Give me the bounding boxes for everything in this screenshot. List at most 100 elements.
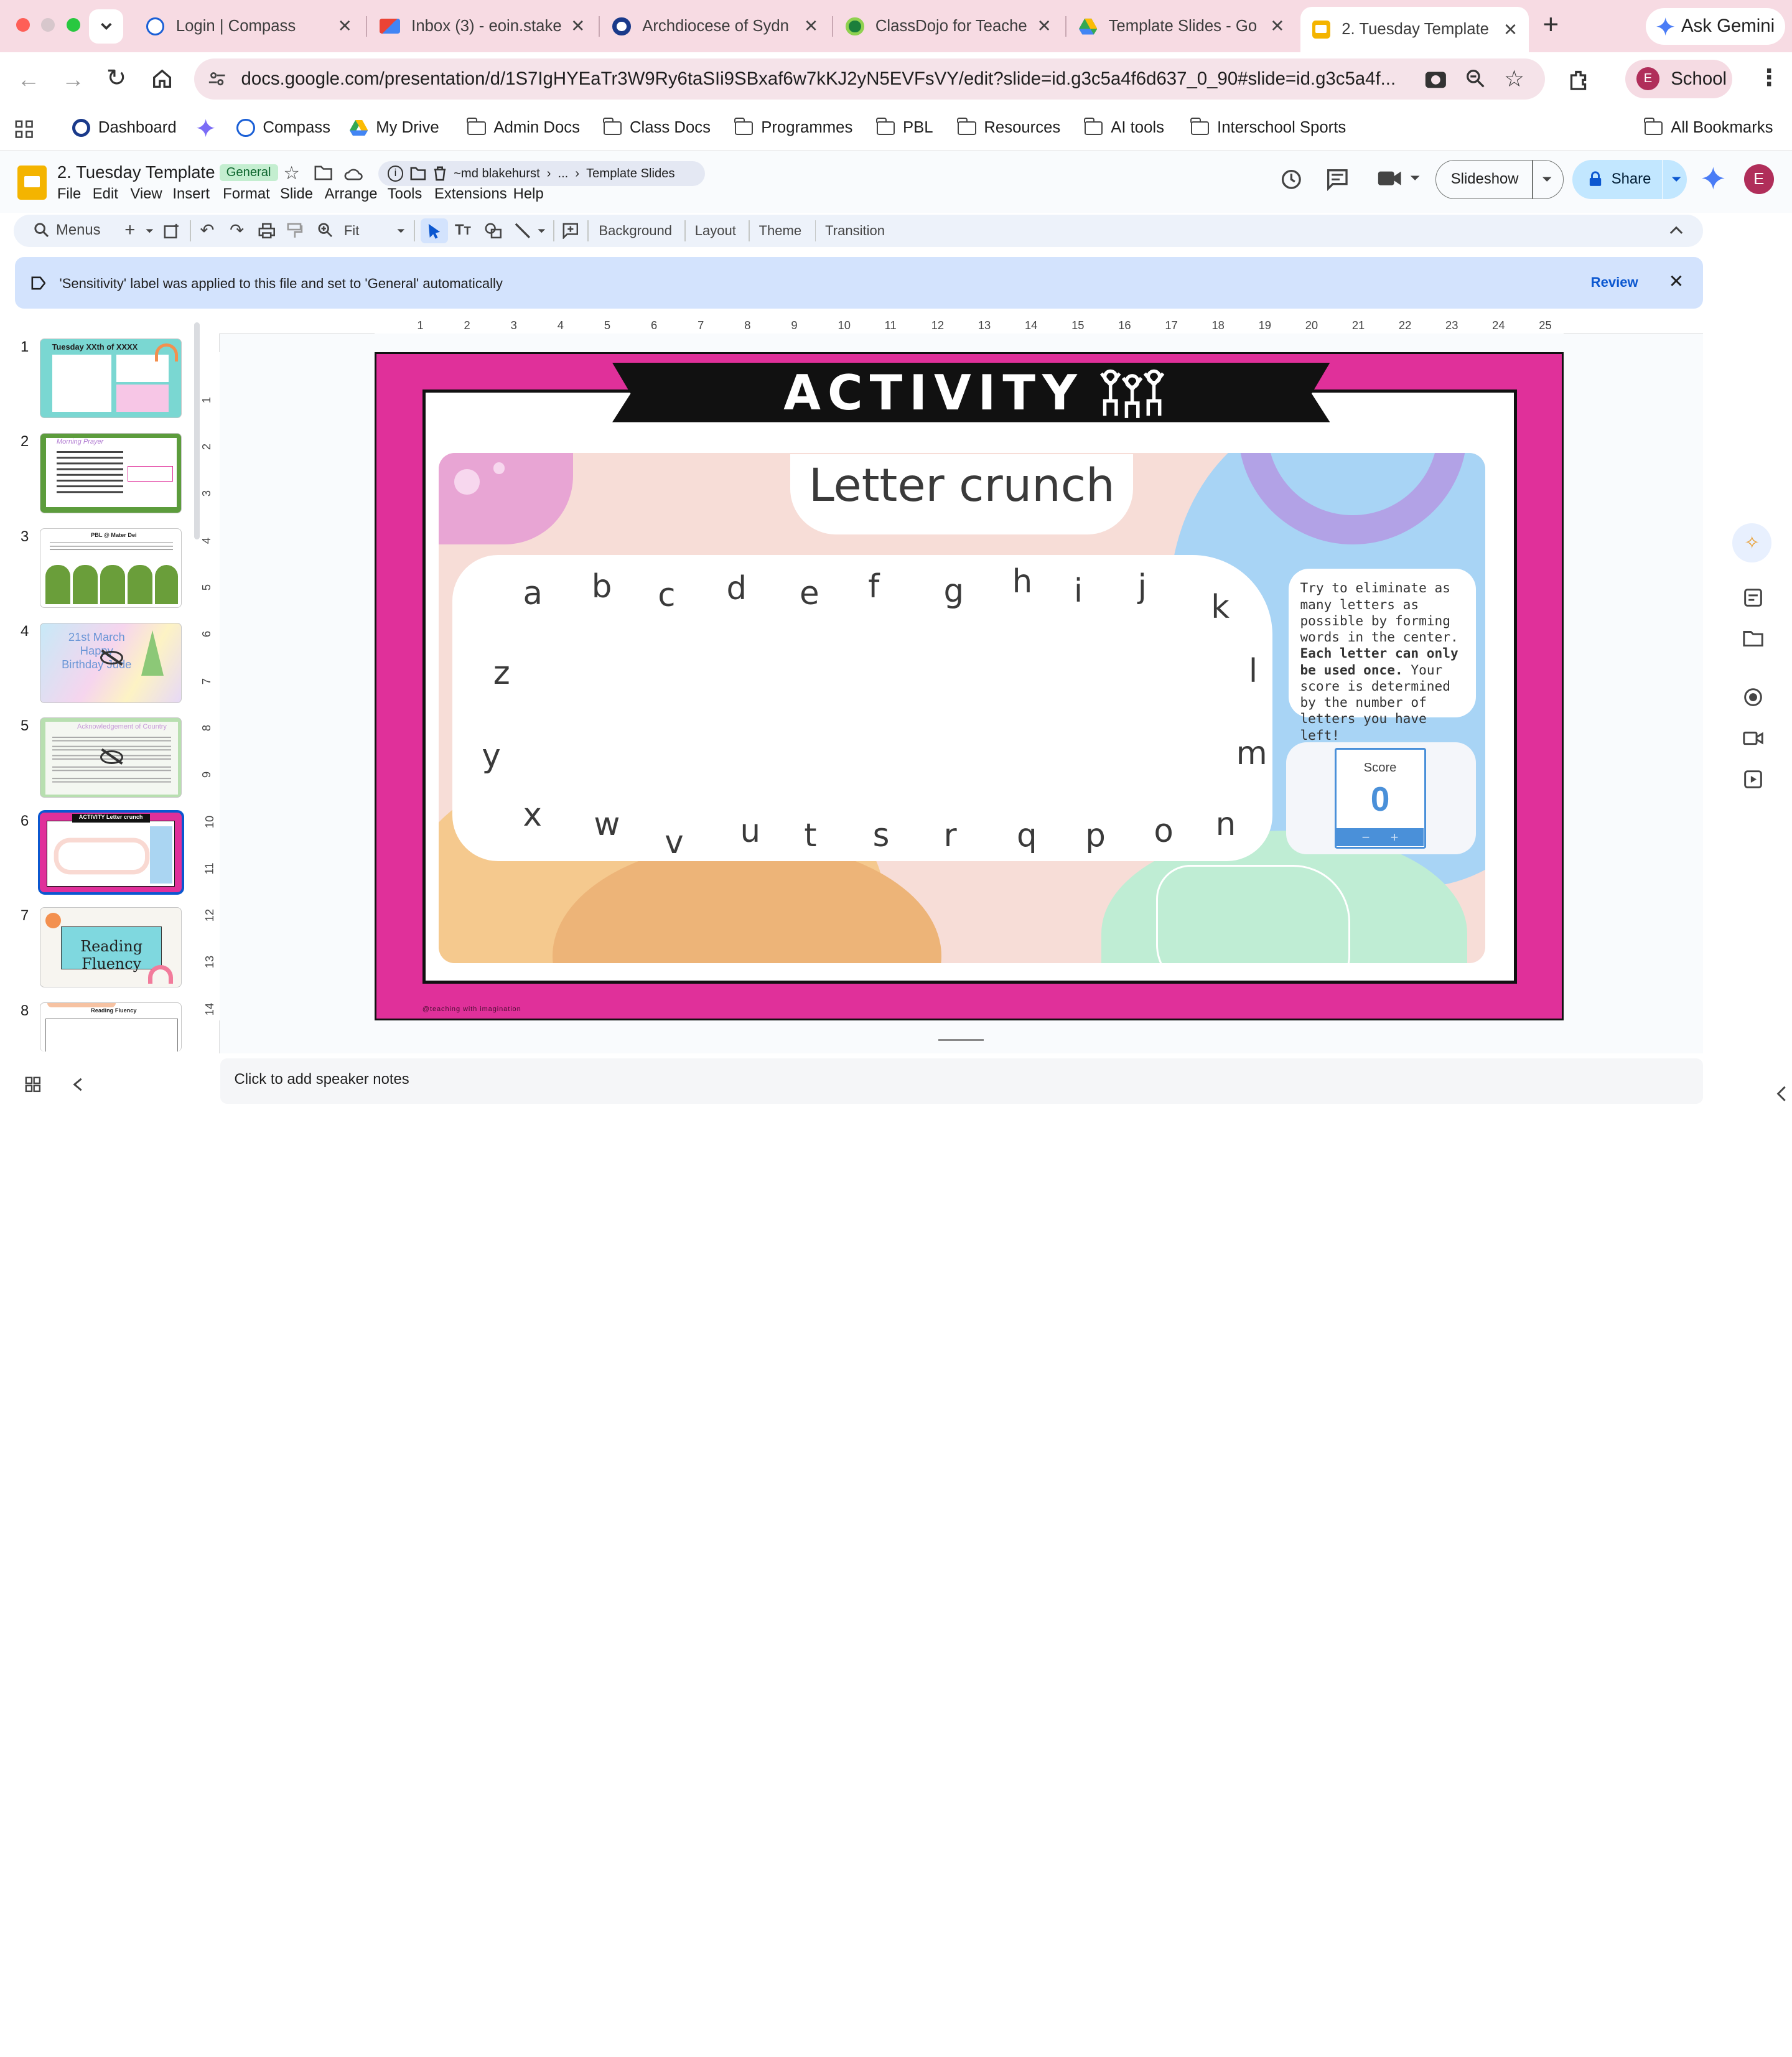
- bookmark-dashboard[interactable]: Dashboard: [72, 119, 177, 138]
- window-close-button[interactable]: [16, 18, 30, 32]
- menu-view[interactable]: View: [130, 185, 162, 203]
- forward-button[interactable]: →: [62, 67, 85, 93]
- new-slide-icon[interactable]: [164, 223, 181, 239]
- redo-icon[interactable]: ↷: [230, 220, 244, 240]
- browser-menu-icon[interactable]: ⋮: [1758, 64, 1781, 91]
- breadcrumb-item[interactable]: ~md blakehurst: [454, 167, 540, 181]
- menu-help[interactable]: Help: [513, 185, 544, 203]
- gemini-panel-button[interactable]: ✧: [1732, 523, 1771, 562]
- current-slide[interactable]: ACTIVITY Letter crunch Try to eliminate …: [375, 352, 1564, 1021]
- profile-chip[interactable]: E School: [1625, 59, 1733, 98]
- notes-resize-handle[interactable]: [938, 1038, 984, 1042]
- print-icon[interactable]: [258, 223, 276, 239]
- tab-search-button[interactable]: [89, 9, 124, 44]
- menu-format[interactable]: Format: [223, 185, 270, 203]
- menu-file[interactable]: File: [57, 185, 81, 203]
- bookmark-star-icon[interactable]: ☆: [1504, 65, 1524, 92]
- share-button[interactable]: Share: [1572, 160, 1687, 199]
- zoom-icon[interactable]: [318, 223, 333, 238]
- browser-tab-active[interactable]: 2. Tuesday Template ✕: [1300, 7, 1529, 53]
- record-icon[interactable]: [1743, 687, 1763, 707]
- slides-logo-icon[interactable]: [17, 166, 47, 200]
- background-button[interactable]: Background: [599, 223, 672, 239]
- add-comment-icon[interactable]: [562, 223, 579, 239]
- slideshow-button[interactable]: Slideshow: [1435, 160, 1564, 199]
- reload-button[interactable]: ↻: [106, 64, 126, 92]
- slide-thumbnail-3[interactable]: PBL @ Mater Dei: [40, 528, 182, 609]
- bookmark-ai-tools[interactable]: AI tools: [1084, 118, 1164, 137]
- meet-button[interactable]: [1377, 169, 1421, 187]
- bookmark-programmes[interactable]: Programmes: [734, 118, 852, 137]
- chevron-down-icon[interactable]: [537, 226, 546, 236]
- document-title[interactable]: 2. Tuesday Template: [57, 162, 215, 182]
- bookmark-compass[interactable]: Compass: [236, 119, 330, 138]
- menu-arrange[interactable]: Arrange: [325, 185, 378, 203]
- screenshot-icon[interactable]: [1424, 68, 1447, 89]
- slide-thumbnail-5[interactable]: Acknowledgement of Country: [40, 717, 182, 798]
- review-button[interactable]: Review: [1591, 274, 1638, 291]
- close-icon[interactable]: ✕: [1503, 20, 1518, 40]
- folder-icon[interactable]: [1743, 628, 1763, 649]
- text-box-icon[interactable]: TT: [455, 222, 471, 239]
- address-bar[interactable]: docs.google.com/presentation/d/1S7IgHYEa…: [194, 58, 1546, 100]
- bookmark-class-docs[interactable]: Class Docs: [602, 118, 711, 137]
- menus-search[interactable]: Menus: [34, 222, 101, 239]
- all-bookmarks[interactable]: All Bookmarks: [1644, 118, 1773, 137]
- theme-button[interactable]: Theme: [759, 223, 802, 239]
- menu-extensions[interactable]: Extensions: [434, 185, 507, 203]
- details-info-icon[interactable]: i: [387, 166, 404, 182]
- home-icon[interactable]: [152, 68, 172, 89]
- menu-slide[interactable]: Slide: [280, 185, 313, 203]
- browser-tab[interactable]: ClassDojo for Teache ✕: [834, 9, 1063, 44]
- line-icon[interactable]: [515, 223, 531, 239]
- collapse-filmstrip-icon[interactable]: [72, 1078, 83, 1091]
- apps-grid-icon[interactable]: [15, 120, 33, 138]
- menu-insert[interactable]: Insert: [172, 185, 210, 203]
- new-slide-button[interactable]: +: [124, 220, 135, 241]
- close-icon[interactable]: ✕: [1037, 16, 1052, 36]
- close-icon[interactable]: ✕: [571, 16, 585, 36]
- cloud-status-icon[interactable]: [344, 167, 363, 180]
- present-icon[interactable]: [1743, 769, 1763, 790]
- zoom-select[interactable]: Fit: [344, 223, 406, 239]
- close-icon[interactable]: ✕: [1669, 271, 1684, 292]
- chevron-left-icon[interactable]: [1776, 1086, 1787, 1102]
- paint-format-icon[interactable]: [287, 223, 303, 239]
- bookmark-resources[interactable]: Resources: [957, 118, 1060, 137]
- back-button[interactable]: ←: [17, 67, 40, 93]
- slide-thumbnail-7[interactable]: Reading Fluency: [40, 907, 182, 987]
- browser-tab[interactable]: Inbox (3) - eoin.stake ✕: [368, 9, 596, 44]
- close-icon[interactable]: ✕: [1270, 16, 1284, 36]
- breadcrumb-item[interactable]: Template Slides: [586, 167, 675, 181]
- speaker-notes[interactable]: Click to add speaker notes: [220, 1058, 1703, 1104]
- slide-thumbnail-2[interactable]: Morning Prayer: [40, 433, 182, 513]
- bookmark-gemini[interactable]: [196, 119, 215, 138]
- star-icon[interactable]: ☆: [284, 162, 300, 184]
- close-icon[interactable]: ✕: [804, 16, 818, 36]
- close-icon[interactable]: ✕: [338, 16, 352, 36]
- menu-edit[interactable]: Edit: [93, 185, 118, 203]
- select-tool-button[interactable]: [420, 218, 448, 244]
- sensitivity-label-badge[interactable]: General: [219, 164, 278, 182]
- menu-tools[interactable]: Tools: [388, 185, 422, 203]
- browser-tab[interactable]: Template Slides - Go ✕: [1067, 9, 1295, 44]
- window-maximize-button[interactable]: [66, 18, 80, 32]
- score-minus-button[interactable]: −: [1362, 829, 1370, 846]
- user-avatar[interactable]: E: [1743, 164, 1774, 195]
- video-icon[interactable]: [1743, 728, 1763, 749]
- slide-thumbnail-8[interactable]: Reading Fluency: [40, 1002, 182, 1052]
- extensions-icon[interactable]: [1568, 68, 1591, 91]
- bookmark-interschool-sports[interactable]: Interschool Sports: [1190, 118, 1346, 137]
- bookmark-pbl[interactable]: PBL: [875, 118, 933, 137]
- window-minimize-button[interactable]: [41, 18, 55, 32]
- slide-thumbnail-4[interactable]: 21st March Happy Birthday Jude: [40, 623, 182, 703]
- slide-thumbnail-1[interactable]: Tuesday XXth of XXXX: [40, 338, 182, 419]
- browser-tab[interactable]: Login | Compass ✕: [135, 9, 363, 44]
- new-tab-button[interactable]: +: [1543, 11, 1559, 39]
- layout-button[interactable]: Layout: [695, 223, 736, 239]
- bookmark-my-drive[interactable]: My Drive: [350, 119, 439, 137]
- notes-panel-icon[interactable]: [1743, 587, 1763, 608]
- breadcrumb-item[interactable]: ...: [558, 167, 568, 181]
- score-plus-button[interactable]: +: [1391, 829, 1399, 846]
- shape-icon[interactable]: [485, 223, 502, 239]
